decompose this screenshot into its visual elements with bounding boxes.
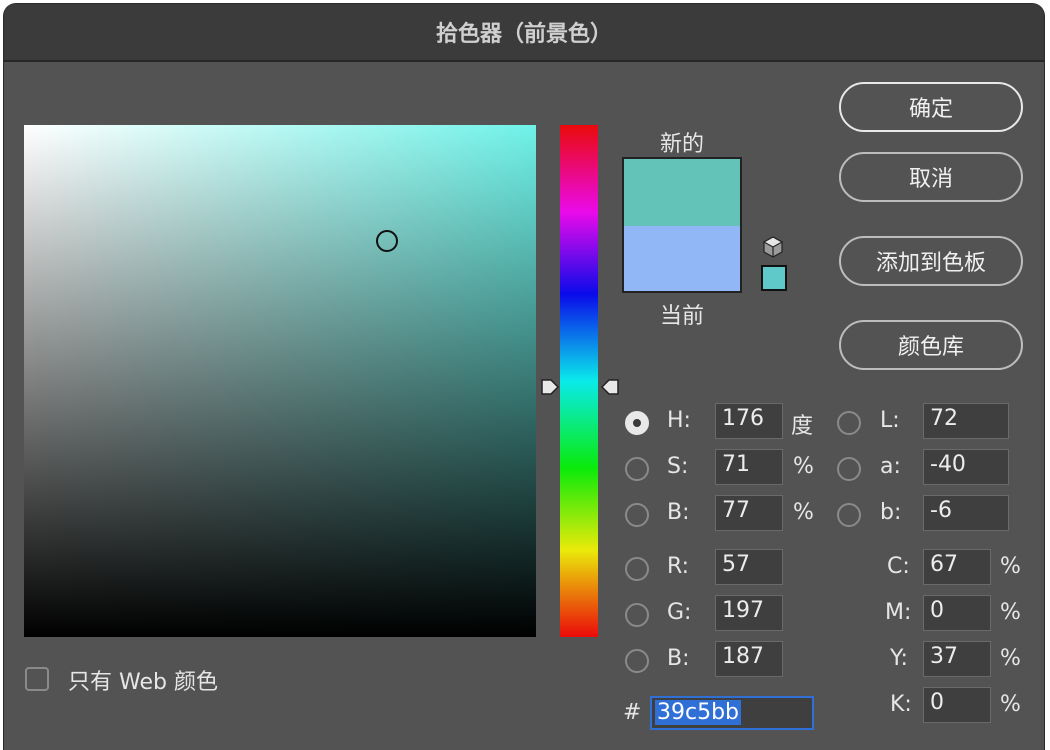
- web-colors-only-label: 只有 Web 颜色: [68, 670, 218, 695]
- saturation-unit: %: [793, 454, 814, 479]
- black-field[interactable]: 0: [923, 687, 991, 723]
- brightness-radio[interactable]: [625, 503, 649, 527]
- lab-b-field[interactable]: -6: [923, 495, 1009, 531]
- current-color-label: 当前: [659, 304, 704, 329]
- yellow-label: Y:: [890, 646, 908, 671]
- lab-b-radio[interactable]: [837, 503, 861, 527]
- lab-a-label: a:: [880, 454, 901, 479]
- black-unit: %: [1000, 692, 1021, 717]
- color-cursor[interactable]: [376, 230, 398, 252]
- lab-a-radio[interactable]: [837, 457, 861, 481]
- color-libraries-button[interactable]: 颜色库: [839, 320, 1023, 370]
- cyan-label: C:: [887, 554, 910, 579]
- color-compare-swatch: [622, 157, 742, 293]
- lab-l-label: L:: [880, 408, 900, 433]
- new-color-label: 新的: [659, 132, 704, 157]
- saturation-label: S:: [667, 454, 689, 479]
- yellow-unit: %: [1000, 646, 1021, 671]
- hex-label: #: [623, 700, 642, 725]
- red-field[interactable]: 57: [715, 549, 783, 585]
- cyan-unit: %: [1000, 554, 1021, 579]
- add-to-swatches-button[interactable]: 添加到色板: [839, 236, 1023, 286]
- new-color-swatch: [624, 159, 740, 226]
- magenta-field[interactable]: 0: [923, 595, 991, 631]
- color-picker-dialog: 拾色器（前景色） 新的 当前 确定 取消 添加到色板 颜色库 H: 176 度 …: [4, 4, 1044, 750]
- magenta-unit: %: [1000, 600, 1021, 625]
- brightness-field[interactable]: 77: [715, 495, 783, 531]
- green-label: G:: [667, 600, 692, 625]
- ok-button[interactable]: 确定: [839, 82, 1023, 132]
- cancel-button[interactable]: 取消: [839, 152, 1023, 202]
- brightness-unit: %: [793, 500, 814, 525]
- lab-l-radio[interactable]: [837, 411, 861, 435]
- websafe-cube-icon[interactable]: [761, 235, 785, 259]
- dialog-title: 拾色器（前景色）: [4, 4, 1044, 62]
- lab-b-label: b:: [880, 500, 902, 525]
- blue-field[interactable]: 187: [715, 641, 783, 677]
- hue-label: H:: [667, 408, 691, 433]
- hue-field[interactable]: 176: [715, 403, 783, 439]
- saturation-field[interactable]: 71: [715, 449, 783, 485]
- red-label: R:: [667, 554, 690, 579]
- hue-slider[interactable]: [560, 125, 598, 637]
- hex-field[interactable]: 39c5bb: [650, 696, 814, 730]
- green-field[interactable]: 197: [715, 595, 783, 631]
- magenta-label: M:: [885, 600, 912, 625]
- yellow-field[interactable]: 37: [923, 641, 991, 677]
- lab-a-field[interactable]: -40: [923, 449, 1009, 485]
- cyan-field[interactable]: 67: [923, 549, 991, 585]
- saturation-radio[interactable]: [625, 457, 649, 481]
- red-radio[interactable]: [625, 557, 649, 581]
- black-label: K:: [890, 692, 912, 717]
- web-colors-only-checkbox[interactable]: [25, 667, 49, 691]
- websafe-color-swatch[interactable]: [761, 265, 787, 291]
- blue-radio[interactable]: [625, 649, 649, 673]
- green-radio[interactable]: [625, 603, 649, 627]
- current-color-swatch[interactable]: [624, 226, 740, 291]
- blue-label: B:: [667, 646, 690, 671]
- hue-unit: 度: [791, 414, 814, 439]
- brightness-label: B:: [667, 500, 690, 525]
- hue-radio[interactable]: [625, 411, 649, 435]
- hex-value: 39c5bb: [655, 700, 742, 725]
- lab-l-field[interactable]: 72: [923, 403, 1009, 439]
- saturation-brightness-field[interactable]: [24, 125, 536, 637]
